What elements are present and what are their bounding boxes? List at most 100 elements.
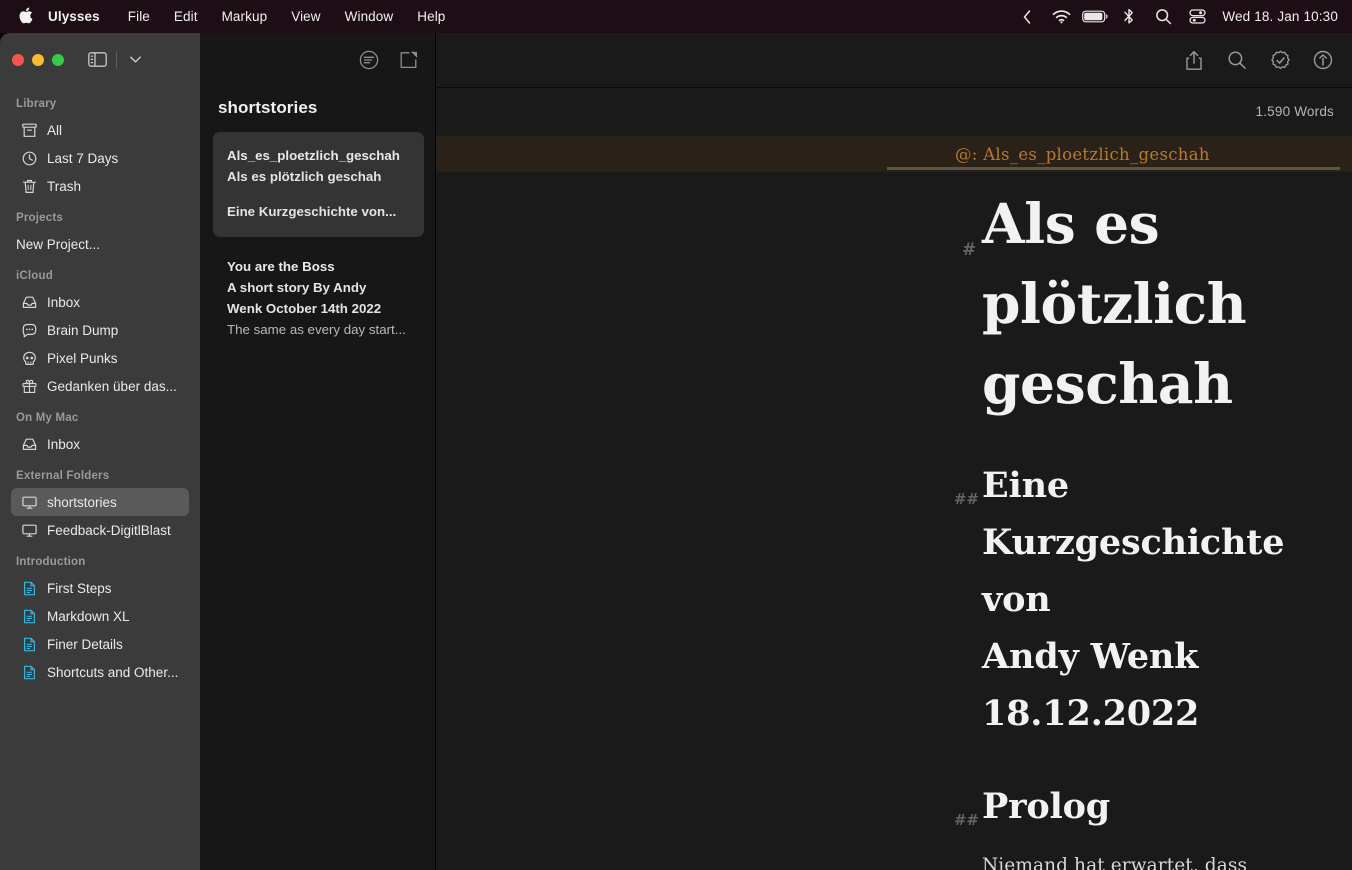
new-sheet-icon[interactable] [397,48,421,72]
menu-bar-clock[interactable]: Wed 18. Jan 10:30 [1214,9,1338,24]
sidebar-item-inbox-icloud[interactable]: Inbox [11,288,189,316]
sidebar-item-label: Shortcuts and Other... [47,664,179,680]
sidebar-item-trash[interactable]: Trash [11,172,189,200]
sidebar-toggle-icon[interactable] [85,49,109,71]
sidebar-item-label: Brain Dump [47,322,119,338]
search-icon[interactable] [1224,47,1250,73]
apple-logo-icon[interactable] [12,7,38,26]
sidebar-section-header: Introduction [16,556,86,568]
sidebar-item-pixel-punks[interactable]: Pixel Punks [11,344,189,372]
markdown-hash-marker: ## [954,811,979,829]
sidebar-item-feedback-digitlblast[interactable]: Feedback-DigitlBlast [11,516,189,544]
sidebar-section-header: External Folders [16,470,110,482]
sidebar-section-projects: Projects New Project... [0,212,200,258]
grammar-check-icon[interactable] [1267,47,1293,73]
sidebar-section-header: On My Mac [16,412,79,424]
archive-box-icon [21,122,38,139]
menu-item-window[interactable]: Window [333,9,406,24]
menu-item-view[interactable]: View [279,9,332,24]
sheet-title: You are the Boss [227,259,335,274]
keyword-band[interactable]: @: Als_es_ploetzlich_geschah [436,136,1352,172]
heading-2: ## Eine Kurzgeschichte von Andy Wenk 18.1… [436,457,1352,742]
trash-icon [21,178,38,195]
paragraph-1: Niemand hat erwartet, dass es so schnell… [982,855,1248,870]
sidebar-item-shortstories[interactable]: shortstories [11,488,189,516]
keyword-rule [887,167,1340,170]
sidebar-item-label: Inbox [47,436,81,452]
sheet-subtitle: A short story By Andy [227,280,367,295]
heading-prolog-text: Prolog [982,786,1111,827]
menu-item-ulysses[interactable]: Ulysses [38,9,116,24]
sidebar-item-new-project[interactable]: New Project... [11,230,189,258]
speech-bubble-icon [21,322,38,339]
sidebar-item-finer-details[interactable]: Finer Details [11,630,189,658]
document-icon [21,664,38,681]
sidebar-item-label: Last 7 Days [47,150,119,166]
menu-item-edit[interactable]: Edit [162,9,210,24]
sidebar-section-icloud: iCloud Inbox Brain Dump Pixel Punks Geda… [0,270,200,400]
display-icon [21,494,38,511]
control-center-icon[interactable] [1180,5,1214,29]
sidebar-item-first-steps[interactable]: First Steps [11,574,189,602]
sidebar-section-introduction: Introduction First Steps Markdown XL Fin… [0,556,200,686]
sheet-list-title: shortstories [218,98,318,117]
sheet-list-item-selected[interactable]: Als_es_ploetzlich_geschah Als es plötzli… [213,132,424,237]
sidebar-item-label: New Project... [16,236,101,252]
sidebar-item-gedanken[interactable]: Gedanken über das... [11,372,189,400]
document-icon [21,580,38,597]
share-icon[interactable] [1181,47,1207,73]
sidebar-section-header: Library [16,98,57,110]
heading-2-line-1: Eine Kurzgeschichte von [982,465,1285,620]
inbox-tray-icon [21,294,38,311]
sidebar-item-inbox-local[interactable]: Inbox [11,430,189,458]
sheet-title: Als_es_ploetzlich_geschah [227,148,400,163]
sidebar-section-header: Projects [16,212,63,224]
wifi-icon[interactable] [1044,5,1078,29]
macos-menu-bar: Ulysses File Edit Markup View Window Hel… [0,0,1352,33]
sidebar-item-markdown-xl[interactable]: Markdown XL [11,602,189,630]
search-icon[interactable] [1146,5,1180,29]
sidebar-item-brain-dump[interactable]: Brain Dump [11,316,189,344]
display-icon [21,522,38,539]
sidebar-item-all[interactable]: All [11,116,189,144]
close-button[interactable] [12,53,24,66]
sidebar-section-header: iCloud [16,270,53,282]
minimize-button[interactable] [32,53,44,66]
toolbar-divider [116,51,117,68]
info-icon[interactable] [1310,47,1336,73]
sheet-list-item[interactable]: You are the Boss A short story By Andy W… [213,243,424,355]
menu-item-markup[interactable]: Markup [210,9,280,24]
library-sidebar: Library All Last 7 Days Trash Projects N… [0,33,200,870]
sheet-list-pane: shortstories Als_es_ploetzlich_geschah A… [200,33,435,870]
chevron-down-icon[interactable] [123,49,147,71]
sidebar-item-label: shortstories [47,494,117,510]
editor-pane[interactable]: 1.590 Words @: Als_es_ploetzlich_geschah… [435,33,1352,870]
sidebar-section-library: Library All Last 7 Days Trash [0,98,200,200]
sheet-subtitle: Als es plötzlich geschah [227,169,382,184]
chevron-left-icon[interactable] [1010,5,1044,29]
menu-item-help[interactable]: Help [405,9,457,24]
word-count-label: 1.590 Words [1255,104,1334,119]
menu-bar-status-area: Wed 18. Jan 10:30 [1010,5,1338,29]
traffic-light-buttons [12,53,64,66]
sidebar-item-label: Finer Details [47,636,123,652]
bluetooth-icon[interactable] [1112,5,1146,29]
sidebar-item-label: Feedback-DigitlBlast [47,522,171,538]
heading-prolog: ## Prolog [436,778,1352,835]
heading-1: # Als es plötzlich geschah [436,184,1352,424]
sidebar-item-shortcuts-and-other[interactable]: Shortcuts and Other... [11,658,189,686]
sidebar-item-label: Trash [47,178,82,194]
battery-icon[interactable] [1078,5,1112,29]
zoom-button[interactable] [52,53,64,66]
sheet-subtitle-2: Wenk October 14th 2022 [227,301,382,316]
sheet-list-toolbar [200,33,435,86]
sidebar-section-on-my-mac: On My Mac Inbox [0,412,200,458]
menu-item-file[interactable]: File [116,9,162,24]
skull-icon [21,350,38,367]
document-body[interactable]: # Als es plötzlich geschah ## Eine Kurzges… [436,184,1352,870]
filter-icon[interactable] [357,48,381,72]
clock-icon [21,150,38,167]
sheet-line-spacer [227,187,410,201]
sidebar-item-last-7-days[interactable]: Last 7 Days [11,144,189,172]
sidebar-controls [85,49,147,71]
